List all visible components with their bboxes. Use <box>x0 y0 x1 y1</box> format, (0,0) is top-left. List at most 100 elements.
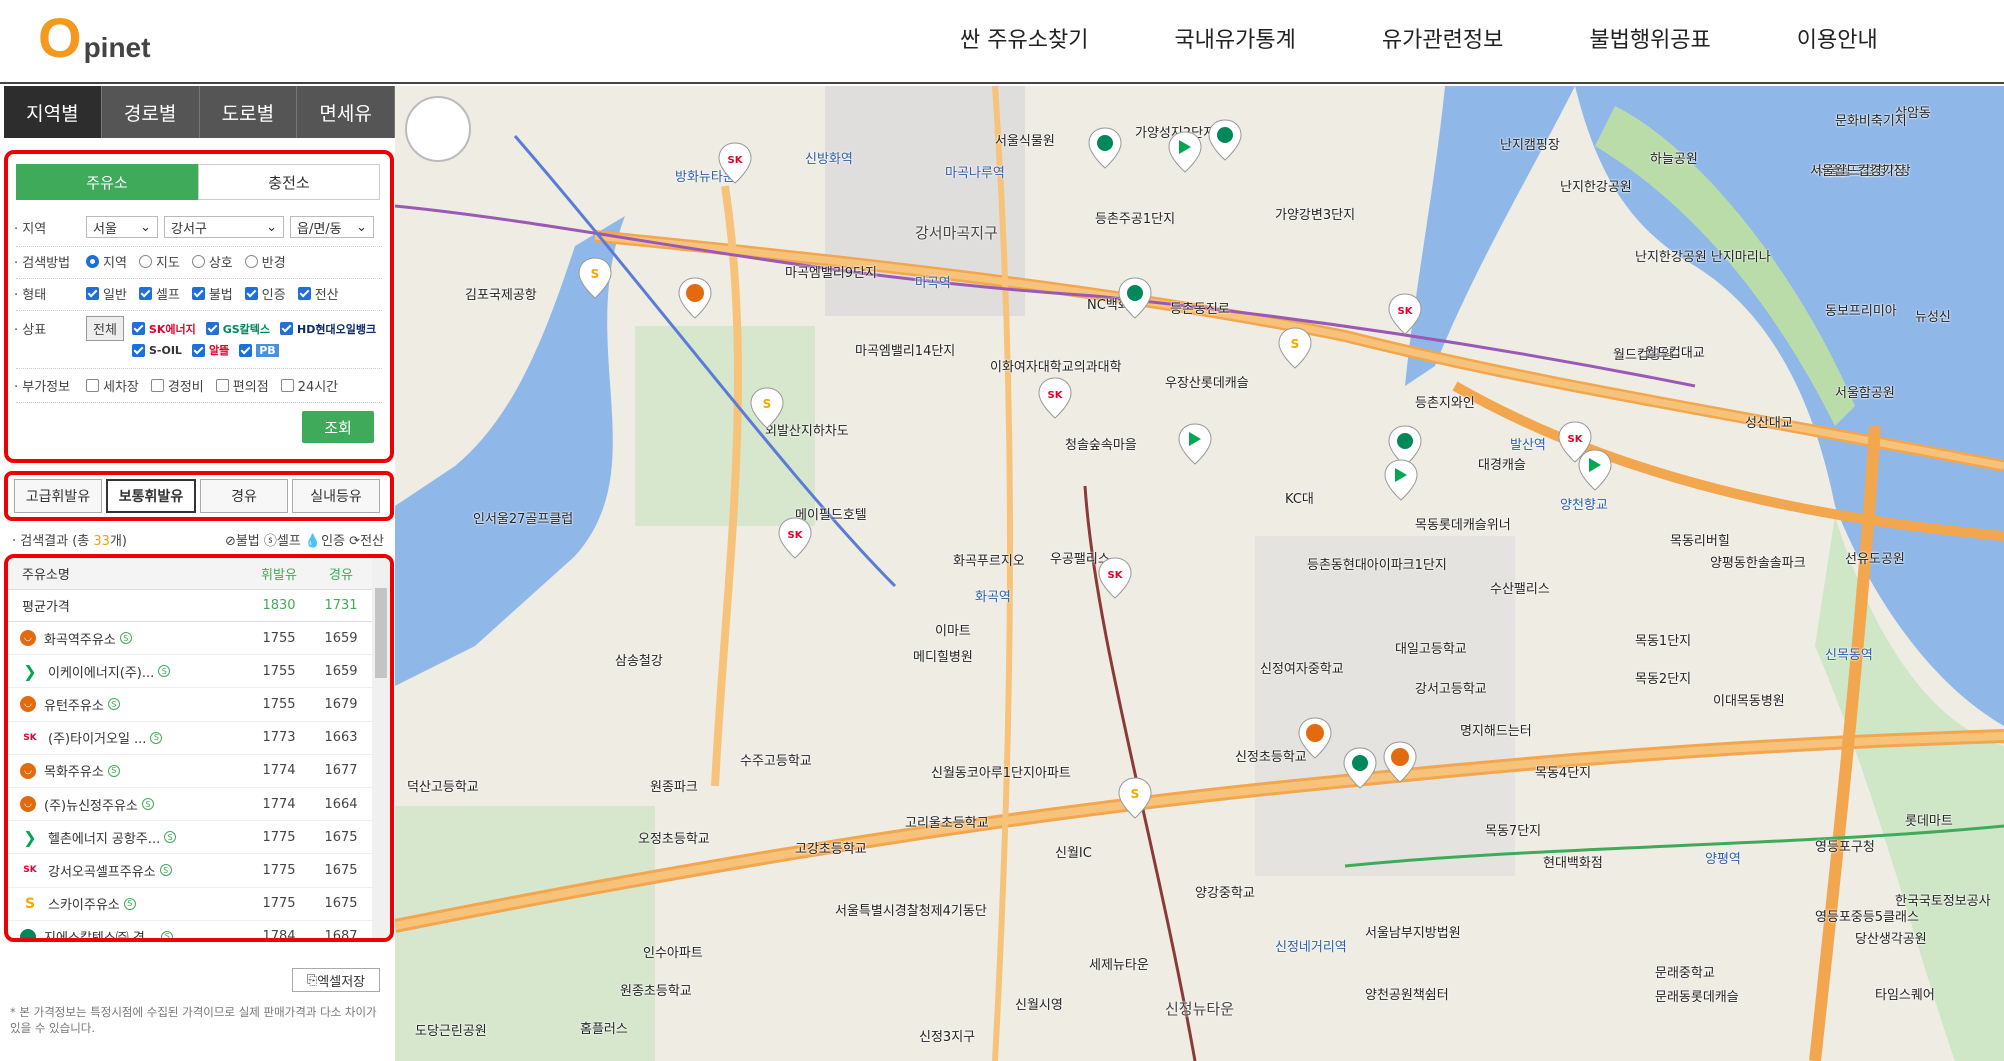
checkbox-normal[interactable]: 일반 <box>86 284 127 303</box>
map-label: 신방화역 <box>805 152 853 167</box>
station-pin-soil[interactable]: S <box>1275 326 1315 370</box>
brand-all-button[interactable]: 전체 <box>86 316 124 341</box>
map-label: 등촌동현대아이파크1단지 <box>1307 558 1447 573</box>
table-row[interactable]: 지에스칼텍스㈜ 경... S 1784 1687 <box>8 921 390 938</box>
station-name[interactable]: SK (주)타이거오일 ... S <box>8 728 248 747</box>
table-row[interactable]: ❯ 이케이에너지(주)... S 1755 1659 <box>8 655 390 689</box>
sk-energy-icon: SK <box>23 865 37 876</box>
alddeul-icon: ◡ <box>20 630 36 647</box>
brand-alddeul[interactable]: 알뜰 <box>191 342 229 358</box>
station-pin-gs[interactable] <box>1115 276 1155 320</box>
table-row[interactable]: SK 강서오곡셀프주유소 S 1775 1675 <box>8 854 390 888</box>
station-name[interactable]: ❯ 이케이에너지(주)... S <box>8 662 248 681</box>
opinet-logo[interactable]: O pinet <box>38 10 150 66</box>
map-pan-control[interactable] <box>405 96 471 162</box>
map-label: 성산대교 <box>1745 416 1793 431</box>
sido-select[interactable]: 서울 ⌄ <box>86 216 158 238</box>
checkbox-illegal[interactable]: 불법 <box>191 284 233 303</box>
table-row[interactable]: ◡ (주)뉴신정주유소 S 1774 1664 <box>8 788 390 822</box>
station-name[interactable]: ❯ 헬촌에너지 공항주... S <box>8 828 248 847</box>
station-name[interactable]: ◡ 유턴주유소 S <box>8 695 248 714</box>
tab-premium-gasoline[interactable]: 고급휘발유 <box>14 479 102 513</box>
tab-road[interactable]: 도로별 <box>199 86 298 138</box>
table-row[interactable]: ❯ 헬촌에너지 공항주... S 1775 1675 <box>8 821 390 855</box>
tab-charging-station[interactable]: 충전소 <box>198 164 380 200</box>
station-name[interactable]: 지에스칼텍스㈜ 경... S <box>8 927 248 938</box>
map-label: 원종파크 <box>650 780 698 795</box>
checkbox-certified[interactable]: 인증 <box>244 284 286 303</box>
map-label: 서울함공원 <box>1835 386 1895 401</box>
radio-name[interactable]: 상호 <box>191 252 233 271</box>
tab-region[interactable]: 지역별 <box>4 86 102 138</box>
map-label: 신목동역 <box>1825 648 1873 663</box>
table-row[interactable]: SK (주)타이거오일 ... S 1773 1663 <box>8 722 390 755</box>
checkbox-repair[interactable]: 경정비 <box>150 376 204 395</box>
radio-region[interactable]: 지역 <box>86 252 127 271</box>
brand-sk[interactable]: SK에너지 <box>131 321 196 337</box>
checkbox-self[interactable]: 셀프 <box>138 284 180 303</box>
station-pin-hd[interactable] <box>1381 458 1421 502</box>
nav-cheap-station[interactable]: 싼 주유소찾기 <box>960 22 1088 54</box>
station-pin-gs[interactable] <box>1205 118 1245 162</box>
nav-price-info[interactable]: 유가관련정보 <box>1382 22 1503 54</box>
station-pin-sk[interactable]: SK <box>775 516 815 560</box>
station-pin-soil[interactable]: S <box>747 386 787 430</box>
search-button[interactable]: 조회 <box>302 411 374 443</box>
table-row[interactable]: S 스카이주유소 S 1775 1675 <box>8 888 390 921</box>
gu-select[interactable]: 강서구 ⌄ <box>164 216 284 238</box>
station-pin-sk[interactable]: SK <box>715 141 755 185</box>
station-name[interactable]: S 스카이주유소 S <box>8 894 248 913</box>
dong-select[interactable]: 읍/면/동 ⌄ <box>290 216 374 238</box>
checkbox-24h[interactable]: 24시간 <box>280 376 338 395</box>
station-name[interactable]: SK 강서오곡셀프주유소 S <box>8 861 248 880</box>
station-name[interactable]: ◡ 화곡역주유소 S <box>8 629 248 648</box>
brand-soil[interactable]: S-OIL <box>132 343 182 357</box>
station-pin-hd[interactable] <box>1175 422 1215 466</box>
tab-gas-station[interactable]: 주유소 <box>16 164 198 200</box>
map-label: 당산생각공원 <box>1855 932 1927 947</box>
table-row[interactable]: ◡ 유턴주유소 S 1755 1679 <box>8 688 390 722</box>
excel-save-button[interactable]: ⎘ 엑셀저장 <box>292 968 380 992</box>
checkbox-carwash[interactable]: 세차장 <box>86 376 139 395</box>
diesel-price: 1675 <box>324 862 358 878</box>
tab-diesel[interactable]: 경유 <box>200 479 288 513</box>
radio-radius[interactable]: 반경 <box>244 252 286 271</box>
station-pin-alddeul[interactable] <box>675 276 715 320</box>
nav-guide[interactable]: 이용안내 <box>1797 22 1878 54</box>
map-label: 인수아파트 <box>643 946 703 961</box>
station-pin-sk[interactable]: SK <box>1035 376 1075 420</box>
table-row[interactable]: ◡ 목화주유소 S 1774 1677 <box>8 755 390 788</box>
tab-route[interactable]: 경로별 <box>101 86 200 138</box>
station-pin-gs[interactable] <box>1340 746 1380 790</box>
checkbox-store[interactable]: 편의점 <box>215 376 269 395</box>
station-name[interactable]: ◡ (주)뉴신정주유소 S <box>8 795 248 814</box>
station-pin-soil[interactable]: S <box>575 256 615 300</box>
map-label: 세제뉴타운 <box>1089 958 1149 973</box>
brand-hd[interactable]: HD현대오일뱅크 <box>280 321 376 337</box>
station-pin-sk[interactable]: SK <box>1095 556 1135 600</box>
map-label: 이마트 <box>935 624 971 639</box>
map-label: 마곡역 <box>915 276 951 291</box>
radio-map[interactable]: 지도 <box>138 252 180 271</box>
nav-illegal[interactable]: 불법행위공표 <box>1589 22 1710 54</box>
map-label: 난지한강공원 난지마리나 <box>1635 250 1771 265</box>
map-view[interactable]: 김포국제공항 강서마곡지구 방화뉴타운 인서울27골프클럽 난지캠핑장 난지한강… <box>395 86 2004 1061</box>
station-name[interactable]: ◡ 목화주유소 S <box>8 761 248 780</box>
tab-regular-gasoline[interactable]: 보통휘발유 <box>106 479 196 513</box>
station-pin-soil[interactable]: S <box>1115 776 1155 820</box>
nav-domestic-stats[interactable]: 국내유가통계 <box>1174 22 1295 54</box>
station-pin-hd[interactable] <box>1165 130 1205 174</box>
region-row: · 지역 서울 ⌄ 강서구 ⌄ 읍/면/동 ⌄ <box>14 216 374 238</box>
checkbox-computerized[interactable]: 전산 <box>297 284 339 303</box>
station-pin-sk[interactable]: SK <box>1385 292 1425 336</box>
table-row[interactable]: ◡ 화곡역주유소 S 1755 1659 <box>8 622 390 656</box>
table-scrollbar[interactable] <box>372 558 390 938</box>
brand-pb[interactable]: PB <box>239 343 279 357</box>
brand-gs[interactable]: GS칼텍스 <box>205 321 270 337</box>
tab-tax-free[interactable]: 면세유 <box>297 86 395 138</box>
station-pin-alddeul[interactable] <box>1295 716 1335 760</box>
station-pin-hd[interactable] <box>1575 448 1615 492</box>
station-pin-gs[interactable] <box>1085 126 1125 170</box>
station-pin-alddeul[interactable] <box>1380 740 1420 784</box>
tab-kerosene[interactable]: 실내등유 <box>292 479 380 513</box>
